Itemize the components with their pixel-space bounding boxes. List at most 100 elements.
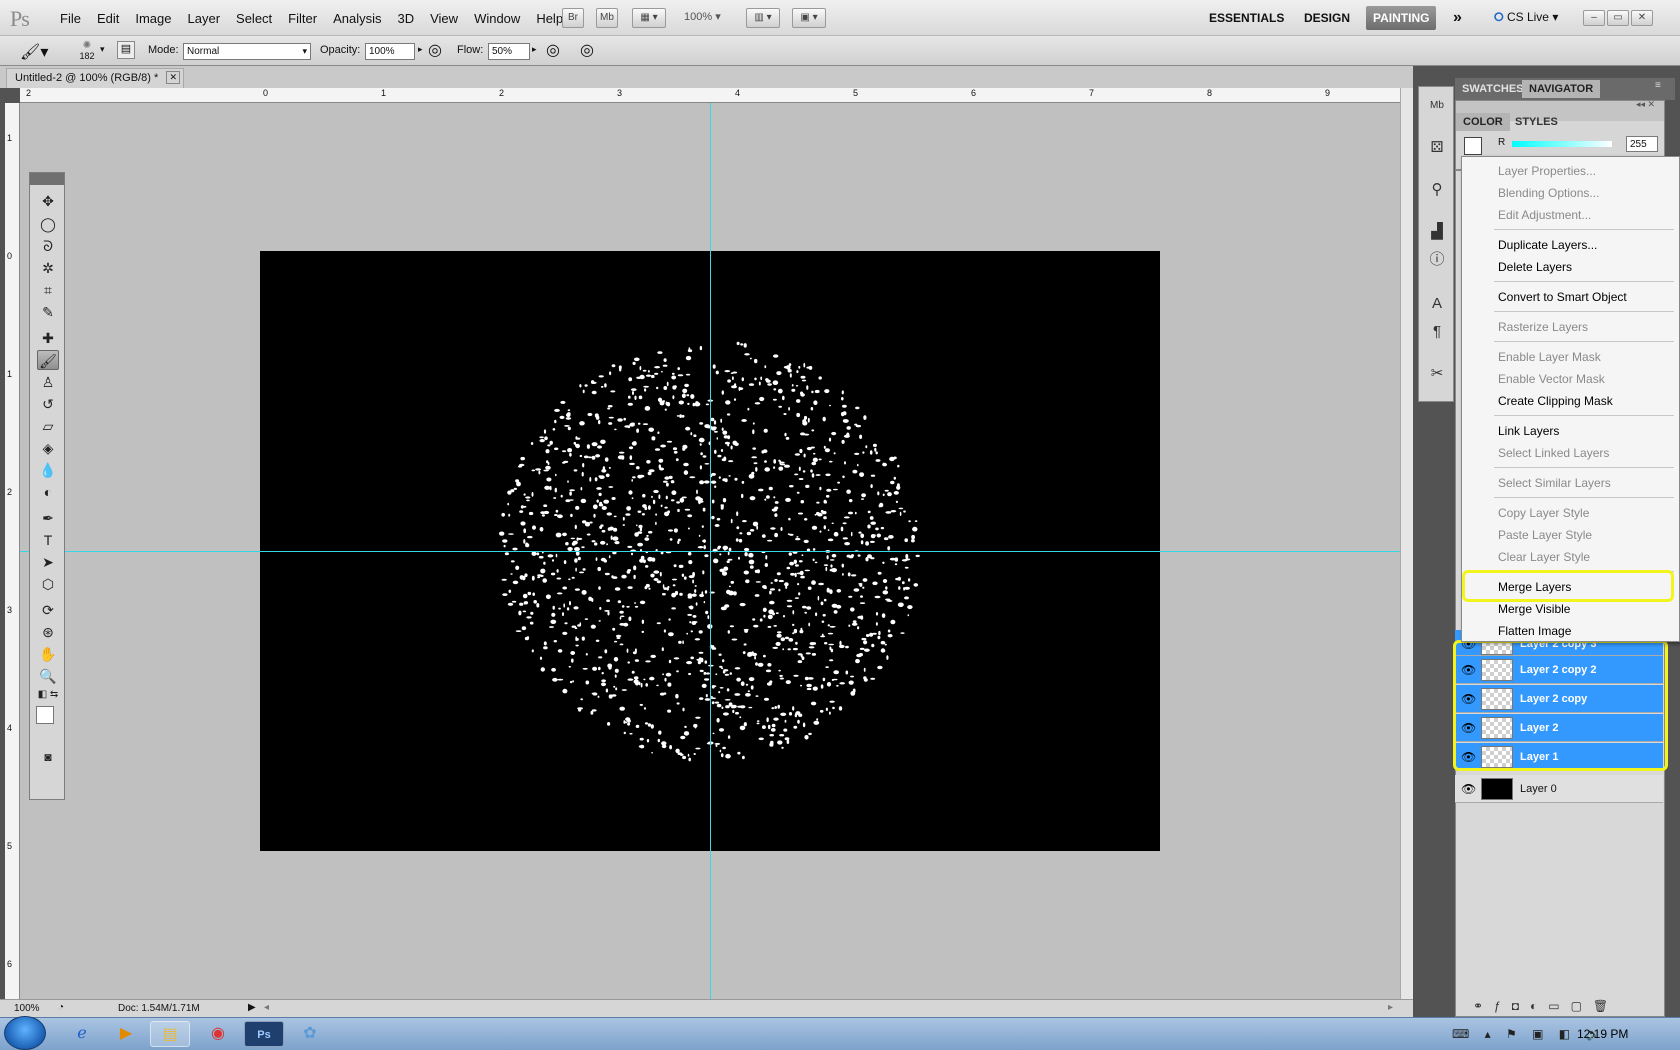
workspace-painting[interactable]: PAINTING	[1366, 6, 1437, 30]
marquee-tool-icon[interactable]: ◯	[37, 214, 59, 234]
view-extras-button[interactable]: ▦ ▾	[632, 8, 666, 28]
mini-bridge-panel-icon[interactable]: Mb	[1426, 95, 1448, 117]
status-menu-arrow[interactable]: ▶	[248, 1002, 256, 1013]
hand-tool-icon[interactable]: ✋	[37, 644, 59, 664]
menu-item-enable-vector-mask[interactable]: Enable Vector Mask	[1498, 372, 1605, 386]
default-colors-icon[interactable]: ◧ ⇆	[37, 685, 59, 705]
taskbar-clock[interactable]: 12:19 PM	[1577, 1027, 1628, 1041]
menu-layer[interactable]: Layer	[180, 11, 229, 26]
info-panel-icon[interactable]: ⓘ	[1426, 249, 1448, 271]
menu-item-blending-options[interactable]: Blending Options...	[1498, 186, 1599, 200]
paint-bucket-tool-icon[interactable]: ◈	[37, 438, 59, 458]
menu-view[interactable]: View	[422, 11, 466, 26]
file-explorer-icon[interactable]: ▤	[150, 1021, 190, 1047]
flow-slider-arrow[interactable]: ▸	[532, 44, 537, 55]
start-button[interactable]	[4, 1016, 46, 1050]
menu-window[interactable]: Window	[466, 11, 528, 26]
workspace-design[interactable]: DESIGN	[1297, 6, 1357, 30]
flow-field[interactable]: 50%	[488, 43, 530, 60]
quick-mask-icon[interactable]: ◙	[37, 747, 59, 767]
workspace-essentials[interactable]: ESSENTIALS	[1202, 6, 1291, 30]
history-panel-icon[interactable]: ⚄	[1426, 137, 1448, 159]
scroll-left-arrow[interactable]: ◂	[264, 1002, 269, 1013]
close-tab-icon[interactable]: ✕	[166, 71, 180, 84]
menu-image[interactable]: Image	[127, 11, 179, 26]
eraser-tool-icon[interactable]: ▱	[37, 416, 59, 436]
status-info-icon[interactable]: ◔	[58, 1002, 64, 1013]
arrange-documents-button[interactable]: ▥ ▾	[746, 8, 780, 28]
opacity-field[interactable]: 100%	[365, 43, 415, 60]
crop-tool-icon[interactable]: ⌗	[37, 280, 59, 300]
document-tab[interactable]: Untitled-2 @ 100% (RGB/8) * ✕	[6, 68, 184, 88]
brush-panel-toggle-icon[interactable]: ▤	[117, 41, 135, 59]
panel-menu-icon[interactable]: ≡	[1655, 80, 1661, 91]
size-pressure-icon[interactable]: ◎	[580, 40, 594, 60]
r-channel-slider[interactable]	[1512, 141, 1612, 147]
menu-item-select-similar-layers[interactable]: Select Similar Layers	[1498, 476, 1611, 490]
tools-panel-header[interactable]	[30, 173, 64, 185]
menu-item-convert-smart-object[interactable]: Convert to Smart Object	[1498, 290, 1627, 304]
histogram-panel-icon[interactable]: ▟	[1426, 221, 1448, 243]
paragraph-panel-icon[interactable]: ¶	[1426, 321, 1448, 343]
layers-panel-footer-icons[interactable]: ⚭ƒ◘◐▭▢🗑	[1473, 999, 1663, 1013]
menu-item-link-layers[interactable]: Link Layers	[1498, 424, 1559, 438]
zoom-tool-icon[interactable]: 🔍	[37, 666, 59, 686]
eyedropper-tool-icon[interactable]: ✎	[37, 302, 59, 322]
opacity-pressure-icon[interactable]: ◎	[428, 40, 442, 60]
menu-item-create-clipping-mask[interactable]: Create Clipping Mask	[1498, 394, 1613, 408]
menu-item-rasterize-layers[interactable]: Rasterize Layers	[1498, 320, 1588, 334]
shape-tool-icon[interactable]: ⬡	[37, 574, 59, 594]
tab-swatches[interactable]: SWATCHES	[1455, 80, 1531, 98]
move-tool-icon[interactable]: ✥	[37, 191, 59, 211]
path-selection-tool-icon[interactable]: ➤	[37, 552, 59, 572]
character-panel-icon[interactable]: A	[1426, 293, 1448, 315]
menu-item-edit-adjustment[interactable]: Edit Adjustment...	[1498, 208, 1591, 222]
menu-filter[interactable]: Filter	[280, 11, 325, 26]
brush-presets-panel-icon[interactable]: ⚲	[1426, 179, 1448, 201]
close-button[interactable]: ✕	[1631, 10, 1653, 26]
brush-size-picker[interactable]: ✺ 182	[72, 40, 102, 61]
pen-tool-icon[interactable]: ✒	[37, 508, 59, 528]
mode-select[interactable]: Normal ▾	[183, 43, 311, 60]
history-brush-tool-icon[interactable]: ↺	[37, 394, 59, 414]
more-workspaces-button[interactable]: »	[1446, 6, 1469, 30]
layer-row[interactable]: 👁 Layer 0	[1455, 775, 1663, 803]
cs-live-button[interactable]: ⭘ CS Live ▾	[1494, 10, 1558, 25]
menu-select[interactable]: Select	[228, 11, 280, 26]
brush-tool-icon[interactable]: 🖌	[37, 350, 59, 370]
type-tool-icon[interactable]: T	[37, 530, 59, 550]
foreground-color-swatch[interactable]	[36, 706, 54, 724]
menu-item-clear-layer-style[interactable]: Clear Layer Style	[1498, 550, 1590, 564]
chrome-icon[interactable]: ◉	[198, 1021, 238, 1047]
internet-explorer-icon[interactable]: ℯ	[62, 1021, 102, 1047]
menu-edit[interactable]: Edit	[89, 11, 127, 26]
photoshop-taskbar-icon[interactable]: Ps	[244, 1021, 284, 1047]
zoom-level-select[interactable]: 100% ▾	[684, 10, 721, 23]
screen-mode-button[interactable]: ▣ ▾	[792, 8, 826, 28]
color-foreground-swatch[interactable]	[1464, 137, 1482, 155]
spot-healing-tool-icon[interactable]: ✚	[37, 328, 59, 348]
mini-bridge-button[interactable]: Mb	[596, 8, 618, 28]
3d-rotate-tool-icon[interactable]: ⟳	[37, 600, 59, 620]
brush-tool-preset-icon[interactable]: 🖌▾	[20, 42, 48, 62]
tab-styles[interactable]: STYLES	[1508, 113, 1565, 131]
blur-tool-icon[interactable]: 💧	[37, 460, 59, 480]
menu-item-delete-layers[interactable]: Delete Layers	[1498, 260, 1572, 274]
menu-item-merge-visible[interactable]: Merge Visible	[1498, 602, 1570, 616]
menu-item-flatten-image[interactable]: Flatten Image	[1498, 624, 1571, 638]
3d-orbit-tool-icon[interactable]: ⊛	[37, 622, 59, 642]
clone-stamp-tool-icon[interactable]: ♙	[37, 372, 59, 392]
visibility-eye-icon[interactable]: 👁	[1461, 782, 1476, 796]
menu-3d[interactable]: 3D	[389, 11, 422, 26]
menu-item-enable-layer-mask[interactable]: Enable Layer Mask	[1498, 350, 1601, 364]
restore-button[interactable]: ▭	[1607, 10, 1629, 26]
lasso-tool-icon[interactable]: ᘐ	[37, 236, 59, 256]
bridge-button[interactable]: Br	[562, 8, 584, 28]
vertical-scrollbar[interactable]	[1400, 88, 1413, 999]
menu-item-copy-layer-style[interactable]: Copy Layer Style	[1498, 506, 1589, 520]
tab-navigator[interactable]: NAVIGATOR	[1522, 80, 1601, 98]
scroll-right-arrow[interactable]: ▸	[1388, 1002, 1393, 1013]
menu-analysis[interactable]: Analysis	[325, 11, 389, 26]
app-taskbar-icon[interactable]: ✿	[290, 1021, 330, 1047]
menu-file[interactable]: File	[52, 11, 89, 26]
